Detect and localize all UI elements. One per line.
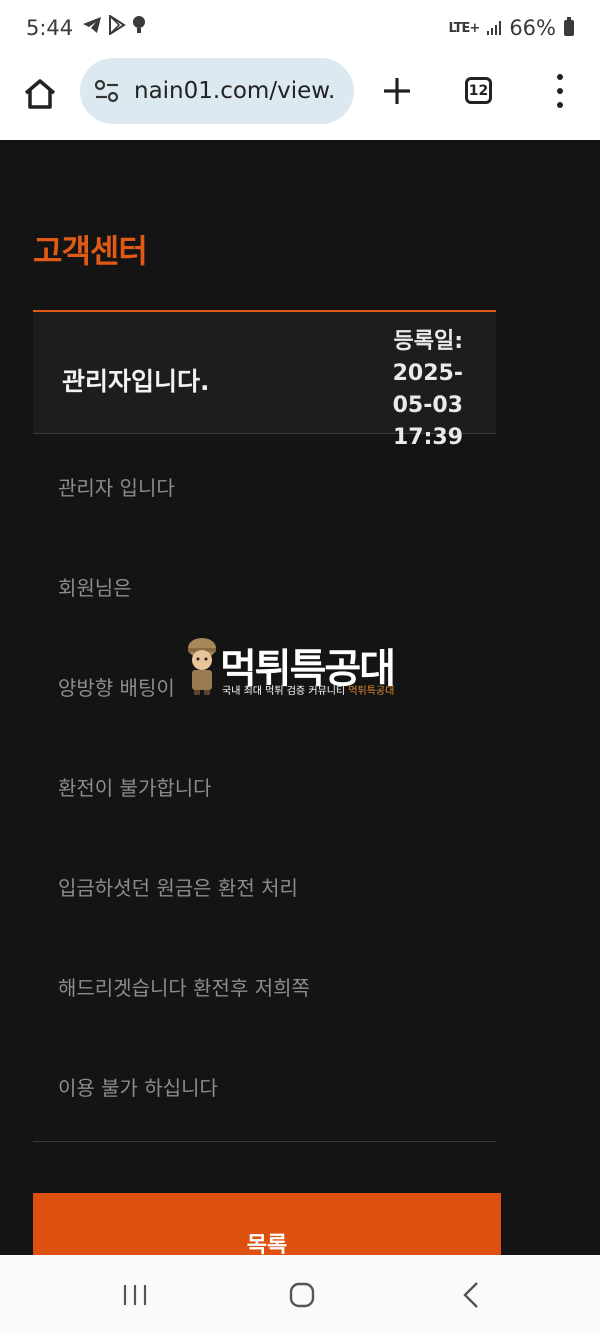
soldier-mascot-icon [188,638,216,695]
home-nav-icon[interactable] [289,1282,315,1308]
post-title: 관리자입니다. [62,367,210,396]
notification-icons [82,15,146,35]
battery-percent: 66% [509,16,556,40]
browser-toolbar: nain01.com/view. 12 [0,58,600,141]
status-time: 5:44 [26,16,74,40]
battery-icon [564,17,574,36]
post-line: 입금하셧던 원금은 환전 처리 [58,876,298,900]
system-icons: LTE+ 66% [449,16,574,40]
more-options-icon[interactable] [548,74,572,108]
status-bar: 5:44 LTE+ 66% [0,0,600,58]
post-header: 관리자입니다. 등록일: 2025-05-03 17:39 [33,310,496,450]
post-line: 이용 불가 하십니다 [58,1076,218,1100]
address-bar[interactable]: nain01.com/view. [80,58,354,124]
network-label: LTE+ [448,20,481,36]
page-content: 고객센터 관리자입니다. 등록일: 2025-05-03 17:39 관리자 입… [0,140,600,1255]
post-date: 등록일: 2025-05-03 17:39 [353,326,463,454]
tab-switcher-button[interactable]: 12 [465,77,492,104]
watermark-subtitle-accent: 먹튀특공대 [348,686,395,697]
post-line: 해드리겟습니다 환전후 저희쪽 [58,976,310,1000]
home-icon[interactable] [20,74,60,114]
url-text[interactable]: nain01.com/view. [134,78,340,104]
recent-apps-icon[interactable] [122,1283,148,1307]
post-body: 관리자 입니다 회원님은 양방향 배팅이 환전이 불가합니다 입금하셧던 원금은… [58,470,498,1170]
site-settings-icon[interactable] [94,78,120,104]
post-line: 환전이 불가합니다 [58,776,212,800]
telegram-icon [83,17,101,33]
date-label: 등록일: [393,329,463,354]
back-icon[interactable] [461,1281,481,1309]
play-store-icon [109,15,126,35]
watermark: 먹튀특공대 국내 최대 먹튀 검증 커뮤니티 먹튀특공대 [184,636,434,698]
system-nav-bar [0,1255,600,1335]
post-line: 관리자 입니다 [58,476,175,500]
location-icon [133,16,145,33]
watermark-subtitle: 국내 최대 먹튀 검증 커뮤니티 먹튀특공대 [222,682,394,697]
divider [33,1141,496,1142]
list-button[interactable]: 목록 [33,1193,501,1255]
watermark-subtitle-main: 국내 최대 먹튀 검증 커뮤니티 [222,686,346,697]
page-title: 고객센터 [33,232,148,270]
plus-icon[interactable] [380,74,414,108]
signal-icon [487,21,502,35]
date-value: 2025-05-03 17:39 [392,361,463,450]
